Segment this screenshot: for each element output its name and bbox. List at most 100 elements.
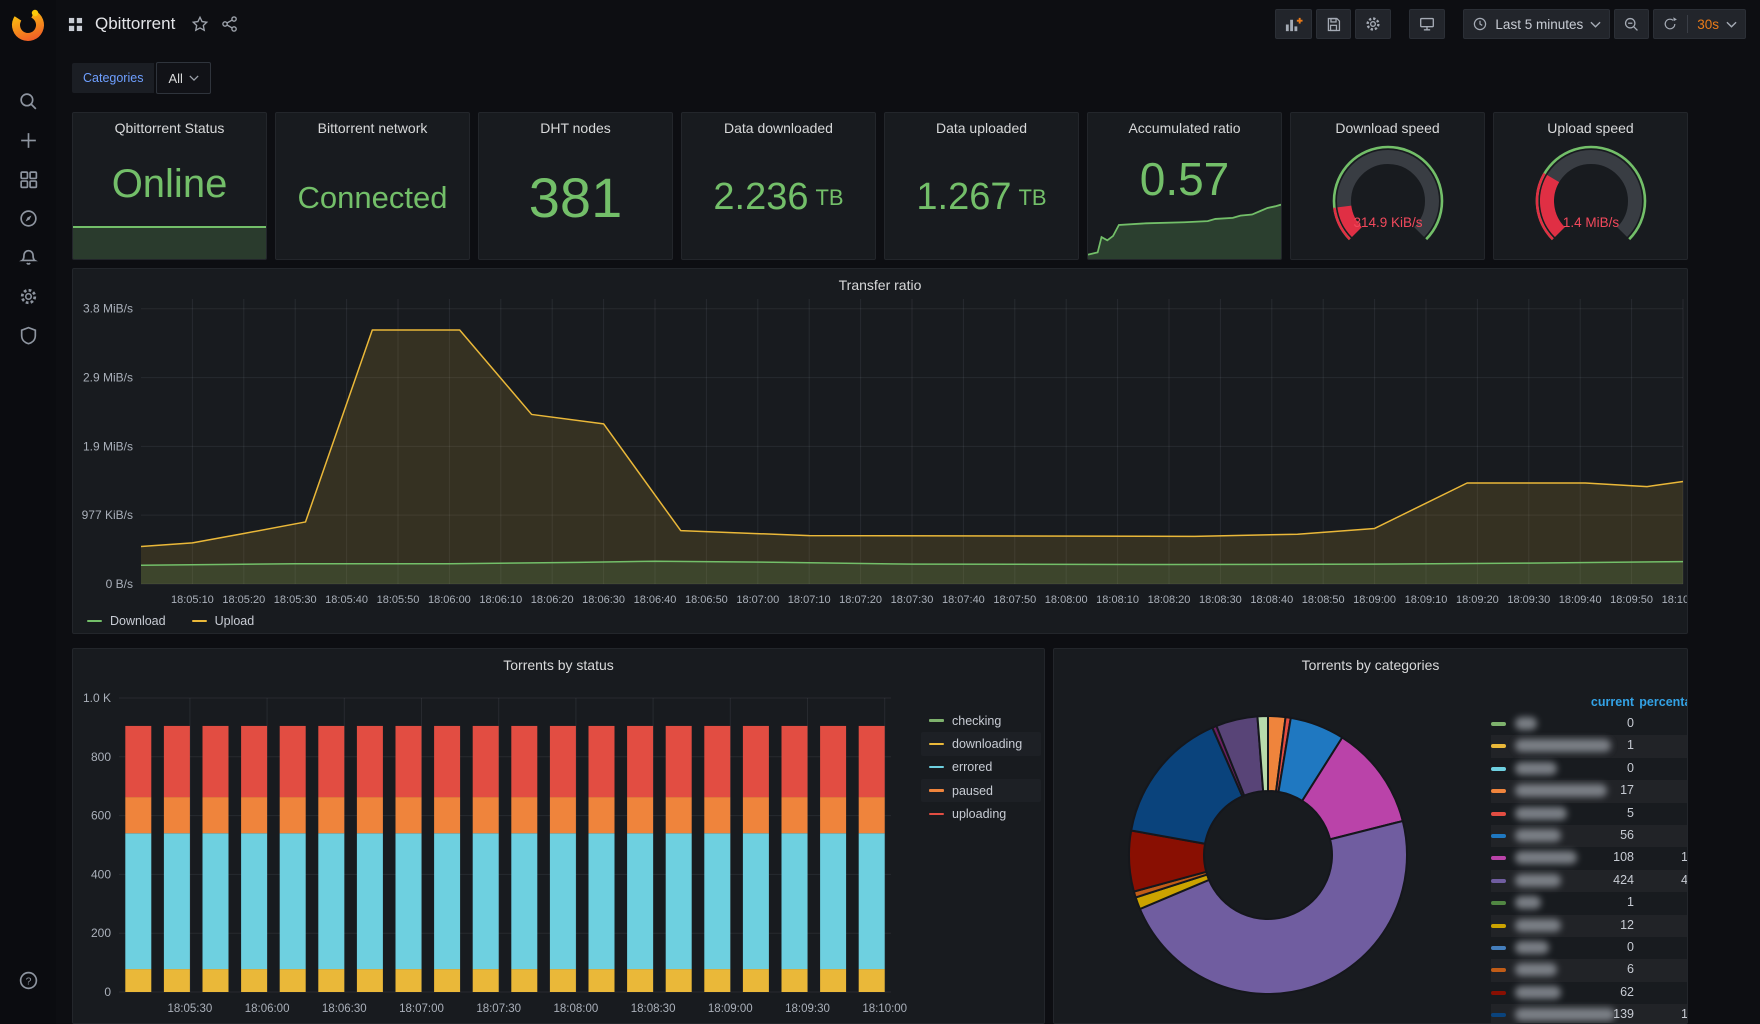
legend-item-checking[interactable]: checking <box>921 709 1041 732</box>
category-name-redacted <box>1515 761 1557 775</box>
svg-text:18:07:50: 18:07:50 <box>993 594 1036 606</box>
table-row: 0 0% <box>1491 758 1687 780</box>
dashboards-icon[interactable] <box>0 160 56 199</box>
stat-value-downloaded: 2.236 TB <box>713 176 844 218</box>
grafana-logo[interactable] <box>8 4 48 44</box>
svg-text:18:05:20: 18:05:20 <box>222 594 265 606</box>
category-name-redacted <box>1515 1008 1615 1022</box>
table-header-percentage[interactable]: percentage <box>1639 695 1687 709</box>
dashboard-grid-icon[interactable] <box>68 17 83 32</box>
panel-title[interactable]: Torrents by status <box>73 657 1044 673</box>
create-plus-icon[interactable] <box>0 121 56 160</box>
variable-value-dropdown[interactable]: All <box>156 62 211 94</box>
star-icon[interactable] <box>191 15 209 33</box>
share-icon[interactable] <box>221 15 239 33</box>
legend-item-download[interactable]: Download <box>87 614 166 628</box>
svg-text:18:07:10: 18:07:10 <box>788 594 831 606</box>
svg-text:1.0 K: 1.0 K <box>83 691 111 705</box>
category-percentage-value: 15% <box>1680 1007 1688 1022</box>
svg-text:18:07:00: 18:07:00 <box>399 1003 444 1015</box>
svg-text:2.9 MiB/s: 2.9 MiB/s <box>83 371 133 385</box>
legend-color-dash <box>191 619 207 623</box>
cycle-view-mode-button[interactable] <box>1409 9 1446 39</box>
svg-text:800: 800 <box>91 750 111 764</box>
category-current-value: 62 <box>1620 984 1634 999</box>
category-name-redacted <box>1515 717 1537 730</box>
server-admin-shield-icon[interactable] <box>0 316 56 355</box>
category-percentage-value: 47% <box>1680 872 1688 887</box>
category-name-redacted <box>1515 828 1561 842</box>
panel-title: Data uploaded <box>935 120 1028 136</box>
svg-text:18:08:00: 18:08:00 <box>554 1003 599 1015</box>
category-current-value: 1 <box>1627 895 1634 910</box>
svg-text:0 B/s: 0 B/s <box>106 577 133 591</box>
stat-value-dht: 381 <box>528 166 623 229</box>
category-color-swatch <box>1491 901 1506 906</box>
configuration-gear-icon[interactable] <box>0 277 56 316</box>
category-color-swatch <box>1491 968 1506 973</box>
legend-color-dash <box>929 812 944 816</box>
svg-text:18:09:50: 18:09:50 <box>1610 594 1653 606</box>
legend-item-uploading[interactable]: uploading <box>921 802 1041 825</box>
dashboard-settings-button[interactable] <box>1355 9 1392 39</box>
table-row: 0 0% <box>1491 937 1687 959</box>
svg-text:18:08:00: 18:08:00 <box>1045 594 1088 606</box>
panel-title: Upload speed <box>1547 120 1634 136</box>
svg-text:18:05:50: 18:05:50 <box>377 594 420 606</box>
legend-item-upload[interactable]: Upload <box>191 614 254 628</box>
refresh-interval-label[interactable]: 30s <box>1697 17 1719 32</box>
svg-text:18:09:40: 18:09:40 <box>1559 594 1602 606</box>
category-color-swatch <box>1491 744 1506 749</box>
stat-row: Qbittorrent Status Online Bittorrent net… <box>72 112 1688 260</box>
categories-table: current percentage 0 0% 1 0% 0 0% 17 2% … <box>1491 693 1688 1023</box>
svg-text:18:06:50: 18:06:50 <box>685 594 728 606</box>
category-name-redacted <box>1515 940 1549 954</box>
svg-text:400: 400 <box>91 867 111 881</box>
categories-donut-chart <box>1128 715 1408 995</box>
legend-item-paused[interactable]: paused <box>921 778 1041 803</box>
panel-accumulated-ratio: Accumulated ratio 0.57 <box>1087 112 1282 260</box>
category-color-swatch <box>1491 856 1506 861</box>
chevron-down-icon <box>1590 21 1601 28</box>
table-header-current[interactable]: current <box>1591 695 1634 709</box>
panel-title[interactable]: Transfer ratio <box>73 277 1687 293</box>
svg-text:314.9 KiB/s: 314.9 KiB/s <box>1353 215 1422 230</box>
category-name-redacted <box>1515 784 1607 798</box>
legend-item-errored[interactable]: errored <box>921 756 1041 779</box>
svg-text:18:07:00: 18:07:00 <box>736 594 779 606</box>
category-current-value: 108 <box>1613 850 1634 865</box>
add-panel-button[interactable] <box>1275 9 1313 39</box>
category-current-value: 424 <box>1613 872 1634 887</box>
svg-text:18:06:40: 18:06:40 <box>634 594 677 606</box>
category-current-value: 56 <box>1620 827 1634 842</box>
save-dashboard-button[interactable] <box>1316 9 1352 39</box>
help-icon[interactable]: ? <box>0 961 56 1000</box>
panel-data-uploaded: Data uploaded 1.267 TB <box>884 112 1079 260</box>
table-row: 5 1% <box>1491 803 1687 825</box>
download-speed-gauge: 314.9 KiB/s <box>1291 136 1484 259</box>
category-name-redacted <box>1515 806 1567 820</box>
table-row: 6 1% <box>1491 959 1687 982</box>
table-row: 56 6% <box>1491 824 1687 848</box>
svg-text:18:09:00: 18:09:00 <box>1353 594 1396 606</box>
table-row: 139 15% <box>1491 1004 1688 1023</box>
panel-title[interactable]: Torrents by categories <box>1054 657 1687 673</box>
explore-compass-icon[interactable] <box>0 199 56 238</box>
top-bar: Qbittorrent Last 5 minutes 30s <box>56 0 1760 48</box>
zoom-out-button[interactable] <box>1614 9 1650 39</box>
legend-item-downloading[interactable]: downloading <box>921 732 1041 756</box>
svg-text:18:06:20: 18:06:20 <box>531 594 574 606</box>
category-current-value: 139 <box>1613 1007 1634 1022</box>
svg-text:18:06:00: 18:06:00 <box>245 1003 290 1015</box>
svg-text:18:09:30: 18:09:30 <box>1507 594 1550 606</box>
svg-text:18:08:20: 18:08:20 <box>1148 594 1191 606</box>
refresh-button[interactable]: 30s <box>1653 9 1746 39</box>
time-range-picker[interactable]: Last 5 minutes <box>1463 9 1611 39</box>
search-icon[interactable] <box>0 82 56 121</box>
variable-label-categories[interactable]: Categories <box>72 63 155 93</box>
category-name-redacted <box>1515 739 1611 753</box>
svg-text:18:07:30: 18:07:30 <box>476 1003 521 1015</box>
alerting-bell-icon[interactable] <box>0 238 56 277</box>
svg-text:600: 600 <box>91 809 111 823</box>
svg-text:18:09:00: 18:09:00 <box>708 1003 753 1015</box>
